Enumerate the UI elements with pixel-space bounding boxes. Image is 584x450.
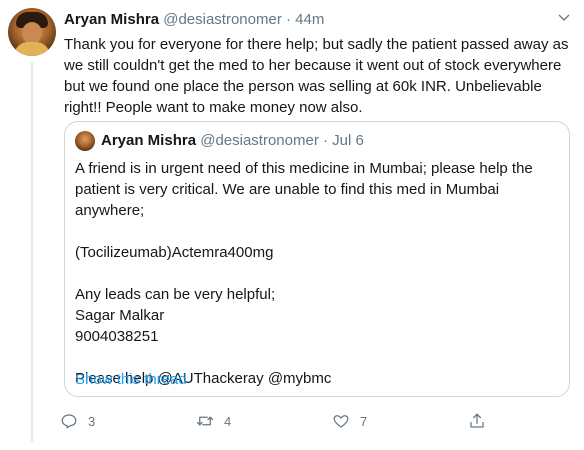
quoted-paragraph: A friend is in urgent need of this medic… <box>75 160 533 219</box>
like-icon <box>333 415 349 428</box>
share-icon <box>470 413 484 428</box>
quoted-text: A friend is in urgent need of this medic… <box>75 158 555 389</box>
reply-icon <box>61 414 77 429</box>
retweet-icon <box>196 416 214 426</box>
quoted-avatar <box>75 131 95 151</box>
quoted-author-name: Aryan Mishra <box>101 132 197 149</box>
author-name[interactable]: Aryan Mishra <box>64 11 159 28</box>
tweet-header: Aryan Mishra @desiastronomer · 44m <box>64 11 324 29</box>
quoted-tweet[interactable]: Aryan Mishra @desiastronomer · Jul 6 A f… <box>64 121 570 397</box>
quoted-author-handle: @desiastronomer <box>200 132 319 149</box>
tweet: Aryan Mishra @desiastronomer · 44m Thank… <box>0 0 584 450</box>
retweet-button[interactable]: 4 <box>196 410 231 432</box>
quoted-header: Aryan Mishra @desiastronomer · Jul 6 <box>101 132 364 150</box>
tweet-time[interactable]: 44m <box>295 11 324 28</box>
avatar[interactable] <box>8 8 56 56</box>
like-button[interactable]: 7 <box>332 410 367 432</box>
share-button[interactable] <box>468 410 486 432</box>
quoted-paragraph: (Tocilizeumab)Actemra400mg <box>75 244 274 261</box>
like-count: 7 <box>360 413 368 429</box>
quoted-separator-dot: · <box>323 132 328 149</box>
reply-button[interactable]: 3 <box>60 410 95 432</box>
separator-dot: · <box>286 11 291 28</box>
quoted-paragraph: Any leads can be very helpful; <box>75 286 276 303</box>
quoted-paragraph: Sagar Malkar <box>75 307 165 324</box>
action-bar: 3 4 7 <box>60 410 500 432</box>
reply-count: 3 <box>88 413 96 429</box>
tweet-text: Thank you for everyone for there help; b… <box>64 36 569 116</box>
chevron-down-icon[interactable] <box>556 10 572 26</box>
show-thread-link[interactable]: Show this thread <box>75 371 187 389</box>
quoted-time: Jul 6 <box>332 132 364 149</box>
author-handle[interactable]: @desiastronomer <box>163 11 282 28</box>
quoted-paragraph: 9004038251 <box>75 328 159 345</box>
retweet-count: 4 <box>224 413 232 429</box>
thread-line <box>31 62 33 442</box>
